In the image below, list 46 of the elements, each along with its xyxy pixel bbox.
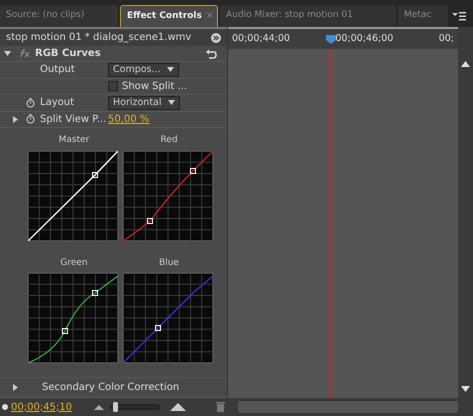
param-label: Output (40, 63, 75, 78)
param-label: Split View P... (40, 112, 106, 127)
dropdown[interactable]: Compos... (108, 62, 179, 77)
collapse-icon[interactable] (4, 50, 11, 58)
value-field[interactable]: 50,00 % (108, 112, 150, 127)
scroll-up-icon[interactable] (461, 61, 470, 67)
effect-name: Secondary Color Correction (42, 381, 180, 396)
zoom-in-icon[interactable] (170, 403, 186, 411)
tab[interactable]: Effect Controls × (120, 5, 218, 27)
graph-label: Master (58, 134, 90, 148)
clip-name: stop motion 01 * dialog_scene1.wmv (6, 31, 192, 46)
param-label: Layout (40, 96, 74, 110)
time-ruler[interactable]: 00;00;44;00 00;00;46;00 00; (228, 27, 458, 49)
expand-icon[interactable] (12, 384, 18, 392)
zoom-out-icon[interactable] (94, 404, 104, 410)
stopwatch-icon[interactable] (26, 114, 35, 124)
reset-icon[interactable] (205, 48, 217, 59)
timecode[interactable]: 00;00;45;10 (11, 400, 72, 414)
zoom-slider[interactable] (110, 404, 160, 410)
expand-icon[interactable] (12, 116, 18, 123)
dropdown[interactable]: Horizontal (108, 96, 180, 110)
caret-icon (166, 67, 174, 72)
horizontal-scrollbar[interactable] (237, 400, 460, 414)
stopwatch-icon[interactable] (26, 98, 35, 108)
tab[interactable]: Source: (no clips) (0, 5, 118, 27)
trash-icon[interactable] (216, 402, 226, 412)
effect-name: RGB Curves (35, 47, 102, 62)
tab[interactable]: Metac (398, 5, 448, 27)
graph-label: Red (159, 134, 179, 148)
caret-icon (168, 100, 175, 106)
playhead-icon[interactable] (326, 35, 336, 44)
checkbox[interactable] (108, 81, 118, 92)
curve-graph[interactable] (28, 273, 118, 364)
curve-graph[interactable] (123, 273, 213, 364)
curve-graph[interactable] (28, 150, 118, 241)
graph-label: Green (59, 256, 89, 270)
checkbox-label: Show Split ... (122, 80, 188, 94)
panel-menu-icon[interactable] (452, 11, 466, 21)
scroll-down-icon[interactable] (461, 386, 470, 392)
curve-graph[interactable] (123, 150, 213, 241)
record-dot-icon (2, 404, 8, 410)
slider-thumb[interactable] (113, 402, 118, 412)
fx-icon[interactable] (19, 49, 31, 58)
graph-label: Blue (158, 256, 180, 270)
tab[interactable]: Audio Mixer: stop motion 01 (220, 5, 396, 27)
go-to-clip-icon[interactable] (211, 32, 221, 43)
